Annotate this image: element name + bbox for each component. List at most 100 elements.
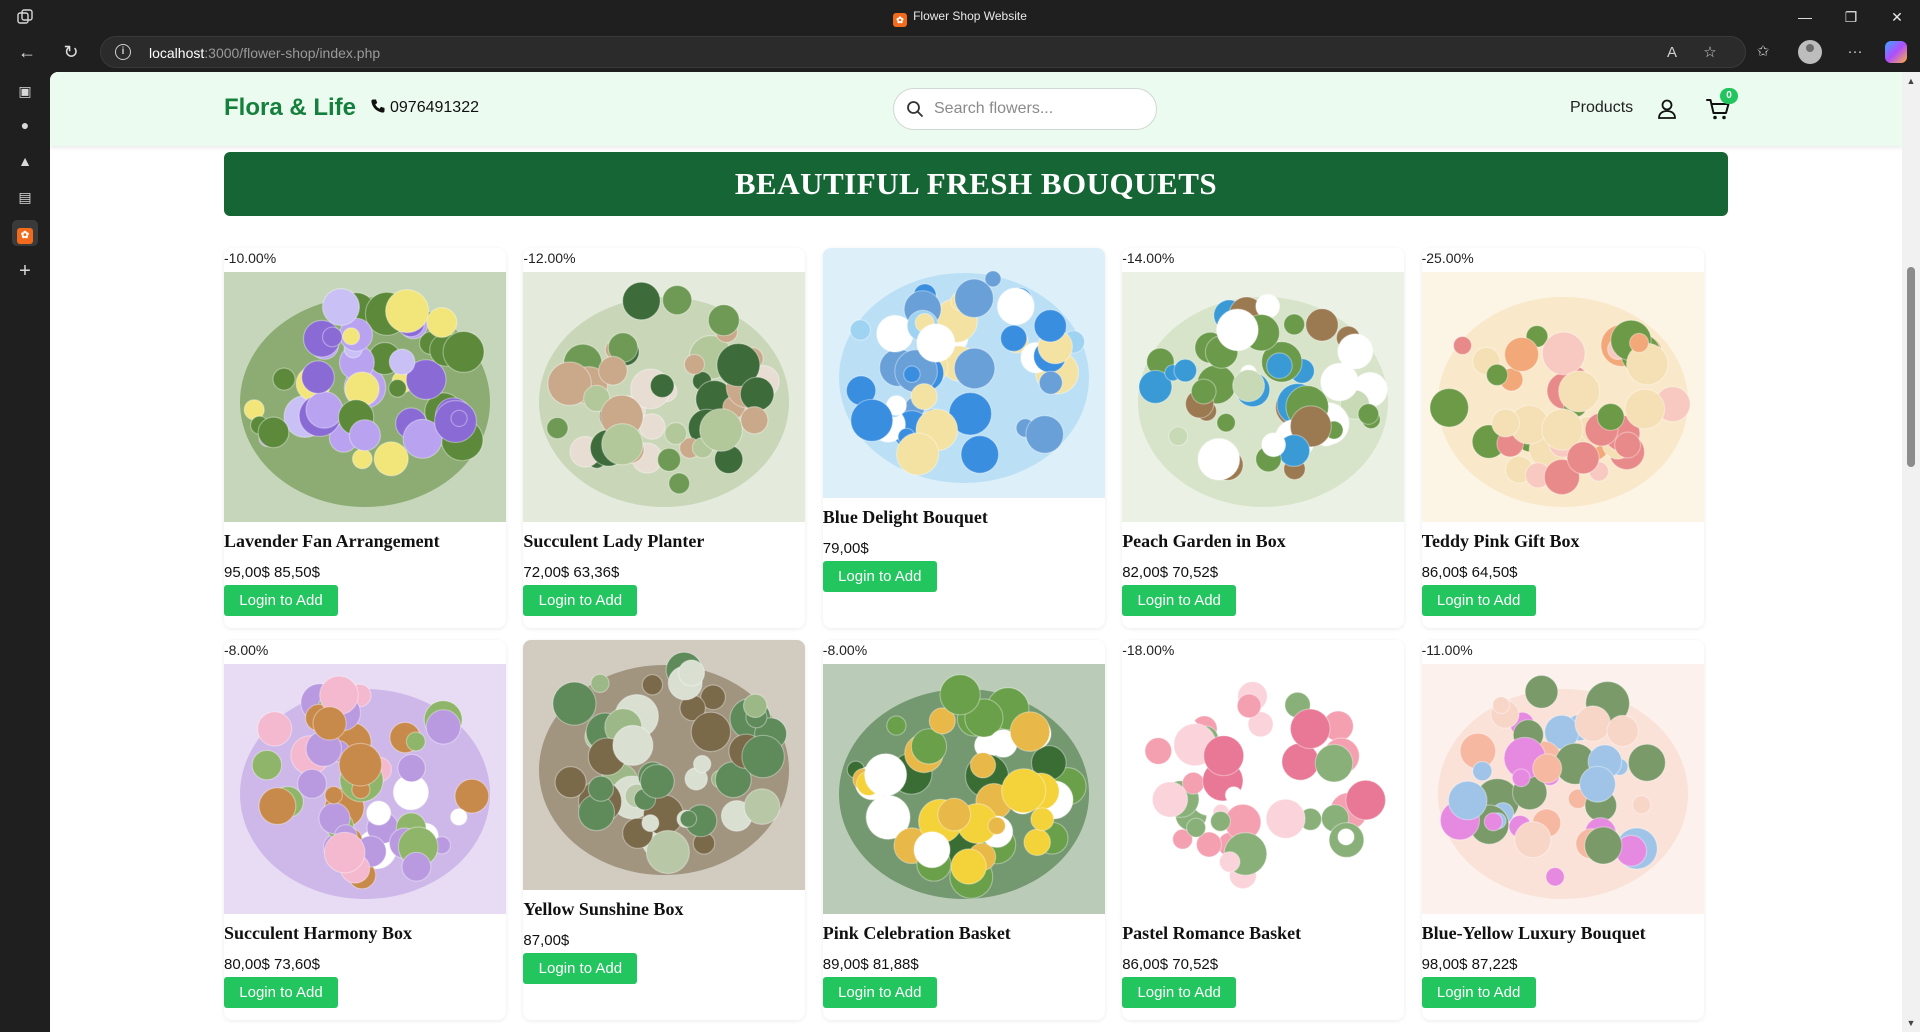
scroll-up-arrow-icon[interactable]: ▲ bbox=[1906, 76, 1916, 86]
product-name[interactable]: Lavender Fan Arrangement bbox=[224, 531, 440, 552]
scroll-down-arrow-icon[interactable]: ▼ bbox=[1906, 1018, 1916, 1028]
site-header: Flora & Life 0976491322 Products 0 bbox=[50, 72, 1902, 146]
product-card: -10.00% Lavender Fan Arrangement 95,00$ 85… bbox=[224, 248, 506, 628]
sidebar-github-icon[interactable]: ● bbox=[12, 112, 38, 138]
url-text[interactable]: localhost:3000/flower-shop/index.php bbox=[149, 45, 380, 61]
product-image-frame[interactable] bbox=[1122, 664, 1405, 915]
site-info-icon[interactable]: i bbox=[115, 44, 131, 60]
product-image[interactable] bbox=[523, 640, 806, 891]
product-price: 80,00$ 73,60$ bbox=[224, 956, 320, 974]
product-image[interactable] bbox=[1421, 664, 1704, 915]
page-viewport: Flora & Life 0976491322 Products 0 BEAUT… bbox=[50, 72, 1920, 1032]
product-name[interactable]: Succulent Lady Planter bbox=[523, 531, 704, 552]
site-logo[interactable]: Flora & Life bbox=[224, 94, 356, 122]
minimize-button[interactable]: — bbox=[1782, 6, 1828, 28]
product-price: 89,00$ 81,88$ bbox=[822, 956, 919, 974]
profile-avatar[interactable] bbox=[1798, 40, 1822, 64]
reload-button[interactable]: ↻ bbox=[58, 39, 84, 65]
product-image[interactable] bbox=[1122, 664, 1405, 915]
product-image-frame[interactable] bbox=[1421, 664, 1704, 915]
product-name[interactable]: Peach Garden in Box bbox=[1122, 531, 1286, 552]
login-to-add-button[interactable]: Login to Add bbox=[224, 977, 338, 1009]
product-name[interactable]: Blue-Yellow Luxury Bouquet bbox=[1422, 923, 1646, 944]
back-button[interactable]: ← bbox=[14, 39, 40, 65]
product-image[interactable] bbox=[822, 664, 1105, 915]
product-name[interactable]: Teddy Pink Gift Box bbox=[1422, 531, 1580, 552]
search-input[interactable] bbox=[934, 98, 1144, 120]
product-name[interactable]: Yellow Sunshine Box bbox=[523, 899, 683, 920]
product-name[interactable]: Pink Celebration Basket bbox=[823, 923, 1011, 944]
user-icon[interactable] bbox=[1656, 98, 1678, 120]
product-card: -12.00% Succulent Lady Planter 72,00$ 63,3… bbox=[523, 248, 806, 628]
discount-label: -14.00% bbox=[1122, 250, 1175, 266]
product-card: Yellow Sunshine Box 87,00$ Login to Add bbox=[523, 640, 806, 1021]
product-image-frame[interactable] bbox=[523, 640, 806, 891]
login-to-add-button[interactable]: Login to Add bbox=[224, 585, 338, 616]
favorites-icon[interactable]: ✩ bbox=[1752, 41, 1774, 63]
close-window-button[interactable]: ✕ bbox=[1874, 6, 1920, 28]
restore-button[interactable]: ❐ bbox=[1828, 6, 1874, 28]
product-image-frame[interactable] bbox=[1122, 272, 1405, 522]
sidebar-flowershop-icon[interactable]: ✿ bbox=[12, 220, 38, 246]
product-image-frame[interactable] bbox=[1421, 272, 1704, 522]
discount-label: -10.00% bbox=[224, 250, 277, 266]
site-favicon-icon: ✿ bbox=[893, 13, 908, 27]
product-image-frame[interactable] bbox=[822, 664, 1105, 915]
page-scrollbar[interactable]: ▲ ▼ bbox=[1902, 72, 1920, 1032]
product-image-frame[interactable] bbox=[224, 272, 506, 522]
scrollbar-thumb[interactable] bbox=[1907, 267, 1915, 467]
product-image[interactable] bbox=[1122, 272, 1405, 522]
product-price: 82,00$ 70,52$ bbox=[1122, 564, 1219, 581]
product-name[interactable]: Succulent Harmony Box bbox=[224, 923, 412, 944]
product-image-frame[interactable] bbox=[224, 664, 506, 915]
login-to-add-button[interactable]: Login to Add bbox=[1421, 585, 1536, 616]
phone-number: 0976491322 bbox=[390, 99, 479, 116]
product-card: -18.00% Pastel Romance Basket 86,00$ 70,52… bbox=[1122, 640, 1405, 1021]
sidebar-app-icon[interactable]: ▲ bbox=[12, 148, 38, 174]
product-price: 98,00$ 87,22$ bbox=[1421, 956, 1518, 974]
discount-label: -12.00% bbox=[523, 250, 576, 266]
discount-label: -18.00% bbox=[1122, 642, 1175, 659]
login-to-add-button[interactable]: Login to Add bbox=[1421, 977, 1536, 1009]
login-to-add-button[interactable]: Login to Add bbox=[1122, 977, 1237, 1009]
address-bar[interactable]: i localhost:3000/flower-shop/index.php A… bbox=[100, 36, 1746, 68]
product-image[interactable] bbox=[523, 272, 806, 522]
browser-navbar: ← ↻ i localhost:3000/flower-shop/index.p… bbox=[0, 34, 1920, 70]
product-price: 87,00$ bbox=[523, 932, 570, 950]
more-menu-icon[interactable]: ··· bbox=[1844, 41, 1866, 63]
nav-products-link[interactable]: Products bbox=[1570, 99, 1633, 117]
sidebar-add-icon[interactable]: + bbox=[12, 258, 38, 284]
read-aloud-icon[interactable]: A bbox=[1661, 42, 1683, 64]
product-image[interactable] bbox=[224, 664, 506, 915]
product-card: -14.00% Peach Garden in Box 82,00$ 70,52$ L… bbox=[1122, 248, 1405, 628]
browser-titlebar: ✿ Flower Shop Website — ❐ ✕ bbox=[0, 0, 1920, 34]
favorite-star-icon[interactable]: ☆ bbox=[1699, 42, 1721, 64]
discount-label: -8.00% bbox=[822, 642, 868, 659]
phone-icon bbox=[371, 99, 385, 113]
product-card: -11.00% Blue-Yellow Luxury Bouquet 98,00$ … bbox=[1421, 640, 1704, 1021]
sidebar-tabs-icon[interactable]: ▣ bbox=[12, 78, 38, 104]
login-to-add-button[interactable]: Login to Add bbox=[523, 953, 638, 985]
copilot-icon[interactable] bbox=[1885, 41, 1907, 63]
search-box bbox=[893, 88, 1157, 130]
product-image-frame[interactable] bbox=[822, 248, 1105, 498]
browser-sidebar: ▣ ● ▲ ▤ ✿ + bbox=[0, 70, 50, 1032]
login-to-add-button[interactable]: Login to Add bbox=[822, 561, 937, 592]
login-to-add-button[interactable]: Login to Add bbox=[822, 977, 937, 1009]
product-image[interactable] bbox=[1421, 272, 1704, 522]
login-to-add-button[interactable]: Login to Add bbox=[523, 585, 638, 616]
product-image[interactable] bbox=[224, 272, 506, 522]
page-banner: BEAUTIFUL FRESH BOUQUETS bbox=[224, 152, 1728, 216]
product-card: -8.00% Pink Celebration Basket 89,00$ 81,8… bbox=[822, 640, 1105, 1021]
product-name[interactable]: Blue Delight Bouquet bbox=[823, 507, 988, 528]
product-image[interactable] bbox=[822, 248, 1105, 498]
phone-contact: 0976491322 bbox=[370, 98, 479, 117]
product-image-frame[interactable] bbox=[523, 272, 806, 522]
product-card: -8.00% Succulent Harmony Box 80,00$ 73,60$… bbox=[224, 640, 506, 1021]
cart-count-badge: 0 bbox=[1720, 88, 1738, 104]
sidebar-calendar-icon[interactable]: ▤ bbox=[12, 184, 38, 210]
product-price: 86,00$ 64,50$ bbox=[1421, 564, 1518, 581]
product-name[interactable]: Pastel Romance Basket bbox=[1122, 923, 1301, 944]
product-price: 79,00$ bbox=[822, 540, 869, 557]
login-to-add-button[interactable]: Login to Add bbox=[1122, 585, 1237, 616]
